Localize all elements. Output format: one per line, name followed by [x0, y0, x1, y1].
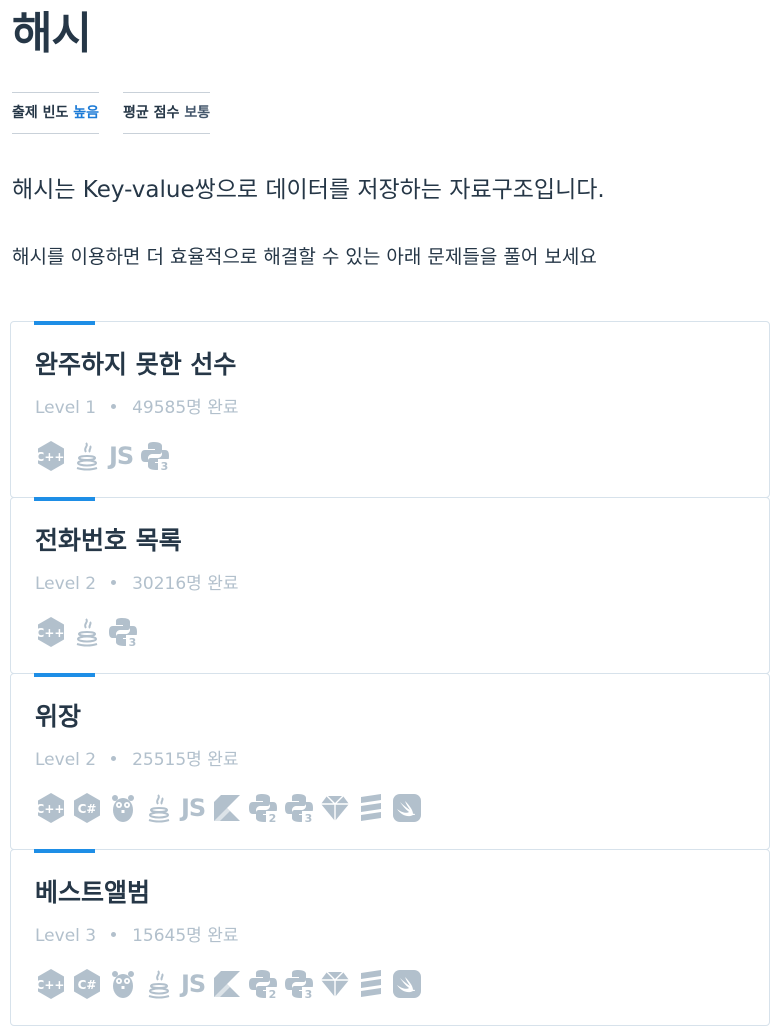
java-icon	[143, 968, 175, 1000]
javascript-icon: JS	[109, 442, 134, 470]
stats-row: 출제 빈도 높음 평균 점수 보통	[12, 92, 211, 134]
problem-completed-count: 15645명 완료	[132, 926, 239, 946]
problem-list: 완주하지 못한 선수 Level 1 49585명 완료 C++ JS 3 전화번호 …	[10, 321, 770, 1026]
language-list: C++ C# JS 2 3	[35, 967, 423, 1001]
stat-frequency-value: 높음	[73, 105, 100, 121]
svg-text:3: 3	[161, 460, 169, 472]
javascript-icon: JS	[181, 970, 206, 998]
problem-card[interactable]: 완주하지 못한 선수 Level 1 49585명 완료 C++ JS 3	[10, 321, 770, 498]
svg-text:3: 3	[305, 988, 313, 1000]
svg-text:3: 3	[129, 636, 137, 648]
java-icon	[71, 440, 103, 472]
swift-icon	[391, 968, 423, 1000]
scala-icon	[355, 968, 387, 1000]
java-icon	[71, 616, 103, 648]
language-list: C++ JS 3	[35, 439, 172, 473]
card-accent-bar	[34, 849, 95, 853]
problem-meta: Level 3 15645명 완료	[35, 924, 239, 948]
java-icon	[143, 792, 175, 824]
svg-text:2: 2	[269, 812, 277, 824]
problem-completed-count: 25515명 완료	[132, 750, 239, 770]
separator-dot	[111, 579, 117, 585]
stat-average-score-value: 보통	[184, 105, 211, 121]
cpp-icon: C++	[35, 792, 67, 824]
problem-title[interactable]: 위장	[35, 700, 81, 734]
problem-level: Level 3	[35, 926, 97, 946]
svg-text:2: 2	[269, 988, 277, 1000]
stat-average-score: 평균 점수 보통	[123, 92, 211, 134]
stat-frequency-label: 출제 빈도	[12, 105, 69, 121]
javascript-icon: JS	[181, 794, 206, 822]
problem-completed-count: 30216명 완료	[132, 574, 239, 594]
problem-title[interactable]: 완주하지 못한 선수	[35, 348, 236, 382]
python2-icon: 2	[247, 792, 280, 824]
ruby-icon	[319, 792, 351, 824]
problem-level: Level 1	[35, 398, 97, 418]
svg-text:C#: C#	[78, 978, 97, 992]
cpp-icon: C++	[35, 968, 67, 1000]
problem-card[interactable]: 전화번호 목록 Level 2 30216명 완료 C++ 3	[10, 497, 770, 674]
card-accent-bar	[34, 497, 95, 501]
stat-average-score-label: 평균 점수	[123, 105, 180, 121]
separator-dot	[111, 403, 117, 409]
problem-level: Level 2	[35, 750, 97, 770]
cpp-icon: C++	[35, 616, 67, 648]
svg-text:C++: C++	[36, 978, 65, 992]
card-accent-bar	[34, 321, 95, 325]
go-icon	[107, 968, 139, 1000]
problem-meta: Level 1 49585명 완료	[35, 396, 239, 420]
separator-dot	[111, 931, 117, 937]
svg-text:C++: C++	[36, 626, 65, 640]
stat-frequency: 출제 빈도 높음	[12, 92, 100, 134]
problem-title[interactable]: 베스트앨범	[35, 876, 150, 910]
csharp-icon: C#	[71, 968, 103, 1000]
topic-description: 해시는 Key-value쌍으로 데이터를 저장하는 자료구조입니다.	[12, 177, 605, 203]
problem-card[interactable]: 위장 Level 2 25515명 완료 C++ C# JS 2 3	[10, 673, 770, 850]
svg-text:C++: C++	[36, 450, 65, 464]
kotlin-icon	[211, 792, 243, 824]
separator-dot	[111, 755, 117, 761]
svg-text:C++: C++	[36, 802, 65, 816]
python3-icon: 3	[283, 792, 316, 824]
python2-icon: 2	[247, 968, 280, 1000]
cpp-icon: C++	[35, 440, 67, 472]
problem-title[interactable]: 전화번호 목록	[35, 524, 182, 558]
problem-meta: Level 2 25515명 완료	[35, 748, 239, 772]
problem-card[interactable]: 베스트앨범 Level 3 15645명 완료 C++ C# JS 2 3	[10, 849, 770, 1026]
svg-text:3: 3	[305, 812, 313, 824]
kotlin-icon	[211, 968, 243, 1000]
svg-text:C#: C#	[78, 802, 97, 816]
topic-instruction: 해시를 이용하면 더 효율적으로 해결할 수 있는 아래 문제들을 풀어 보세요	[12, 246, 597, 268]
problem-meta: Level 2 30216명 완료	[35, 572, 239, 596]
python3-icon: 3	[139, 440, 172, 472]
swift-icon	[391, 792, 423, 824]
card-accent-bar	[34, 673, 95, 677]
python3-icon: 3	[107, 616, 139, 648]
python3-icon: 3	[283, 968, 316, 1000]
scala-icon	[355, 792, 387, 824]
problem-completed-count: 49585명 완료	[132, 398, 239, 418]
csharp-icon: C#	[71, 792, 103, 824]
go-icon	[107, 792, 139, 824]
ruby-icon	[319, 968, 351, 1000]
page-title: 해시	[12, 8, 92, 59]
language-list: C++ C# JS 2 3	[35, 791, 423, 825]
language-list: C++ 3	[35, 615, 139, 649]
problem-level: Level 2	[35, 574, 97, 594]
